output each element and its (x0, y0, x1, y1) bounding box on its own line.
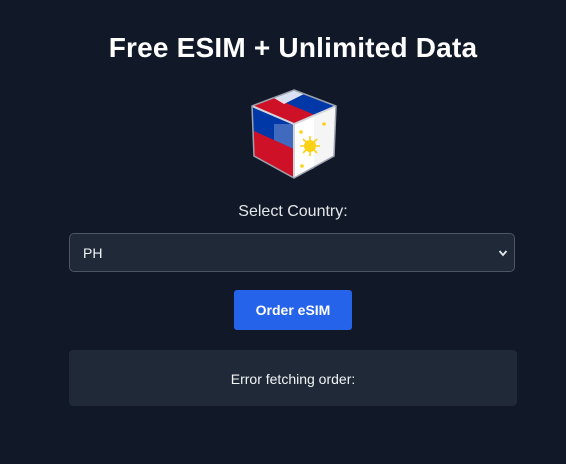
order-esim-button[interactable]: Order eSIM (234, 290, 352, 330)
status-panel: Error fetching order: (69, 350, 517, 406)
page-title: Free ESIM + Unlimited Data (108, 32, 478, 63)
page: Free ESIM + Unlimited Data Select Countr… (0, 0, 566, 464)
select-country-label: Select Country: (238, 203, 348, 220)
country-select[interactable]: PH (69, 233, 515, 272)
status-message: Error fetching order: (230, 371, 356, 387)
philippines-flag-cube-icon (244, 84, 344, 184)
chevron-down-icon (498, 250, 508, 257)
country-select-value: PH (83, 245, 103, 261)
